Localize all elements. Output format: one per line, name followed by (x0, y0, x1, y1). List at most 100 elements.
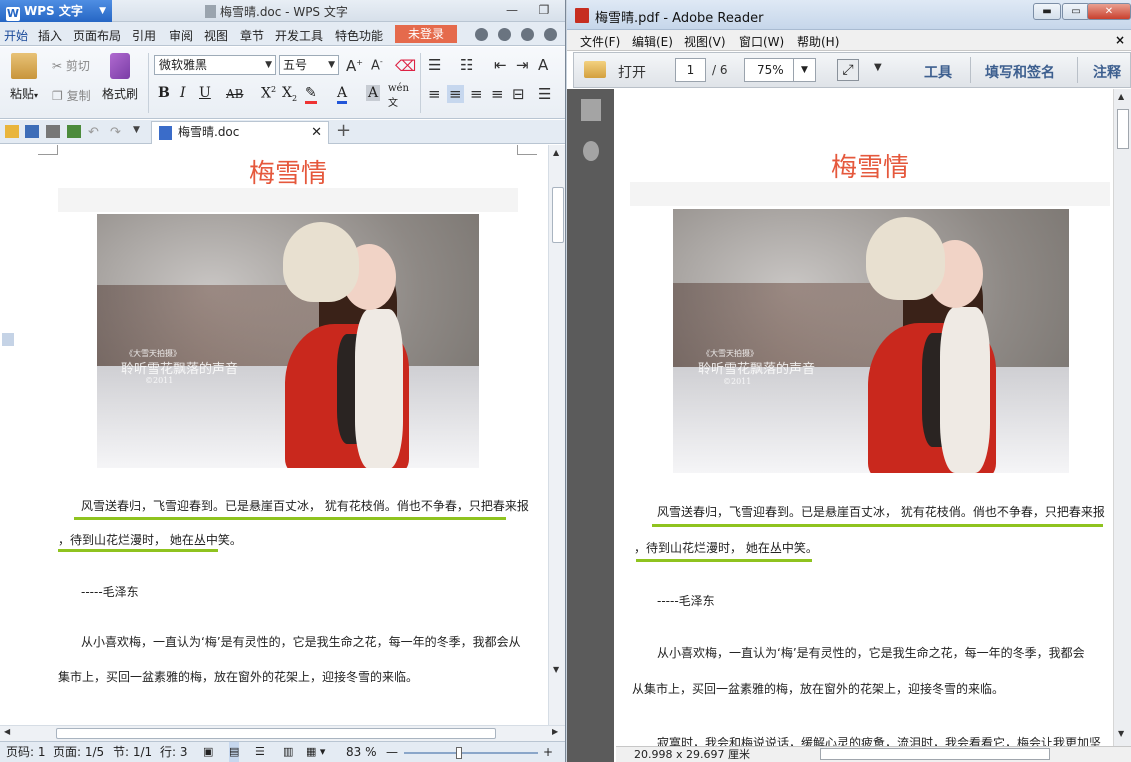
reader-vertical-scrollbar[interactable]: ▲ ▼ (1113, 89, 1131, 746)
justify-icon[interactable]: ≡ (491, 85, 504, 103)
attachments-icon[interactable] (583, 141, 599, 161)
scroll-thumb[interactable] (1117, 109, 1129, 149)
zoom-out-icon[interactable]: — (386, 742, 398, 762)
reader-horizontal-scrollbar[interactable] (820, 748, 1050, 760)
customize-qat-icon[interactable]: ▼ (133, 125, 147, 138)
superscript-icon[interactable]: X2 (261, 85, 276, 102)
login-button[interactable]: 未登录 (395, 25, 457, 43)
phonetic-icon[interactable]: wén 文 (388, 83, 409, 109)
minimize-button[interactable]: ▬ (1033, 3, 1061, 20)
undo-icon[interactable]: ↶ (88, 125, 102, 140)
menu-view[interactable]: 视图(V) (684, 33, 726, 50)
align-right-icon[interactable]: ≡ (470, 85, 483, 103)
shrink-font-icon[interactable]: A- (371, 57, 383, 73)
clear-format-icon[interactable]: ⌫ (395, 57, 416, 75)
preview-icon[interactable] (67, 125, 81, 138)
grow-font-icon[interactable]: A+ (346, 57, 363, 75)
subscript-icon[interactable]: X2 (282, 85, 297, 103)
scroll-thumb[interactable] (552, 187, 564, 243)
skin-icon[interactable] (475, 28, 488, 41)
close-button[interactable]: ✕ (1087, 3, 1131, 20)
page-number-input[interactable]: 1 (675, 58, 706, 82)
fill-sign-button[interactable]: 填写和签名 (985, 62, 1055, 82)
align-center-icon[interactable]: ≡ (447, 85, 464, 103)
full-screen-icon[interactable]: ▣ (203, 742, 213, 762)
tools-button[interactable]: 工具 (924, 62, 952, 82)
page-thumbnails-icon[interactable] (581, 99, 601, 121)
line-spacing-icon[interactable]: ☰ (538, 85, 551, 103)
page-view-icon[interactable]: ▤ (229, 742, 240, 762)
menu-file[interactable]: 文件(F) (580, 33, 620, 50)
open-folder-icon[interactable] (5, 125, 19, 138)
underline-icon[interactable]: U (199, 85, 211, 101)
copy-button[interactable]: ❐ 复制 (52, 87, 91, 104)
distributed-icon[interactable]: ⊟ (512, 85, 525, 103)
menu-dev-tools[interactable]: 开发工具 (275, 27, 323, 44)
cut-button[interactable]: ✂ 剪切 (52, 57, 90, 74)
format-painter-button[interactable]: 格式刷 (100, 53, 140, 102)
outline-view-icon[interactable]: ☰ (255, 742, 265, 762)
wps-horizontal-scrollbar[interactable]: ◀ ▶ (0, 725, 565, 741)
menu-window[interactable]: 窗口(W) (739, 33, 784, 50)
chevron-down-icon[interactable]: ▼ (793, 59, 815, 81)
reading-view-icon[interactable]: ▦ ▾ (306, 742, 325, 762)
menu-chapter[interactable]: 章节 (240, 27, 264, 44)
wps-app-button[interactable]: W WPS 文字 ▼ (0, 0, 112, 22)
close-document-icon[interactable]: × (1115, 33, 1125, 47)
scroll-right-icon[interactable]: ▶ (552, 727, 558, 736)
save-icon[interactable] (25, 125, 39, 138)
highlight-icon[interactable]: ✎ (305, 85, 317, 104)
scroll-thumb[interactable] (56, 728, 496, 739)
font-color-icon[interactable]: A (337, 85, 348, 104)
menu-reference[interactable]: 引用 (132, 27, 156, 44)
menu-page-layout[interactable]: 页面布局 (73, 27, 121, 44)
zoom-slider[interactable] (404, 747, 538, 759)
menu-review[interactable]: 审阅 (169, 27, 193, 44)
scroll-up-icon[interactable]: ▲ (553, 148, 559, 157)
close-tab-icon[interactable]: ✕ (311, 122, 322, 143)
open-button[interactable]: 打开 (618, 62, 646, 82)
scroll-left-icon[interactable]: ◀ (4, 727, 10, 736)
bold-icon[interactable]: B (158, 85, 170, 101)
text-direction-icon[interactable]: A (538, 56, 548, 74)
scroll-down-icon[interactable]: ▼ (1118, 729, 1124, 738)
scroll-down-icon[interactable]: ▼ (553, 665, 559, 674)
zoom-select[interactable]: 75% ▼ (744, 58, 816, 82)
fit-page-icon[interactable]: ⤢ (837, 59, 859, 81)
italic-icon[interactable]: I (180, 85, 186, 101)
menu-insert[interactable]: 插入 (38, 27, 62, 44)
increase-indent-icon[interactable]: ⇥ (516, 56, 529, 74)
print-icon[interactable] (46, 125, 60, 138)
menu-view[interactable]: 视图 (204, 27, 228, 44)
menu-special[interactable]: 特色功能 (335, 27, 383, 44)
open-folder-icon[interactable] (584, 61, 606, 78)
zoom-in-icon[interactable]: + (543, 742, 553, 762)
nav-pane-icon[interactable] (2, 333, 14, 346)
new-tab-button[interactable]: + (336, 120, 351, 141)
shirt-icon[interactable] (521, 28, 534, 41)
scroll-up-icon[interactable]: ▲ (1118, 92, 1124, 101)
font-size-select[interactable]: 五号 ▼ (279, 55, 339, 75)
menu-help[interactable]: 帮助(H) (797, 33, 839, 50)
wps-vertical-scrollbar[interactable]: ▲ ▼ (548, 145, 565, 725)
paste-button[interactable]: 粘贴▾ (4, 53, 44, 102)
zoom-slider-knob[interactable] (456, 747, 462, 759)
minimize-button[interactable]: — (498, 3, 526, 17)
wps-document-page[interactable]: 梅雪情 《大雪天拍摄》 聆听雪花飘落的声音 ©2011 风雪送春归，飞雪迎春到。… (0, 145, 548, 725)
pdf-document-page[interactable]: 梅雪情 《大雪天拍摄》 聆听雪花飘落的声音 ©2011 风雪送春归，飞雪迎春到。… (616, 89, 1113, 746)
align-left-icon[interactable]: ≡ (428, 85, 441, 103)
document-tab[interactable]: 梅雪晴.doc ✕ (151, 121, 329, 144)
maximize-button[interactable]: ❐ (530, 3, 558, 17)
decrease-indent-icon[interactable]: ⇤ (494, 56, 507, 74)
comment-button[interactable]: 注释 (1093, 62, 1121, 82)
web-view-icon[interactable]: ▥ (283, 742, 293, 762)
font-name-select[interactable]: 微软雅黑 ▼ (154, 55, 276, 75)
menu-start[interactable]: 开始 (4, 27, 28, 44)
maximize-button[interactable]: ▭ (1062, 3, 1090, 20)
chevron-down-icon[interactable]: ▼ (874, 62, 882, 73)
sync-icon[interactable] (498, 28, 511, 41)
char-shading-icon[interactable]: A (366, 85, 381, 101)
redo-icon[interactable]: ↷ (110, 125, 124, 140)
numbered-list-icon[interactable]: ☷ (460, 56, 473, 74)
bullet-list-icon[interactable]: ☰ (428, 56, 441, 74)
